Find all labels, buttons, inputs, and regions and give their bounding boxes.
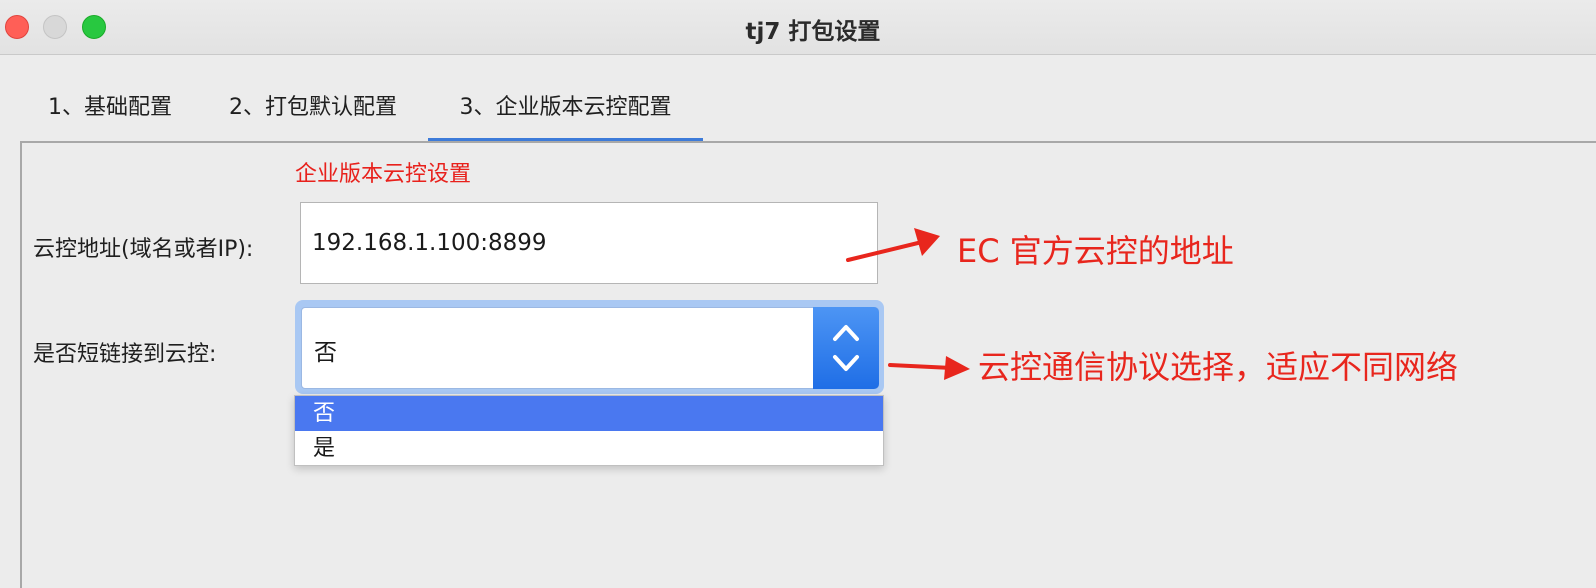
address-annotation-arrow-icon <box>846 228 940 262</box>
up-down-chevron-icon <box>833 325 859 371</box>
window-title: tj7 打包设置 <box>745 19 881 45</box>
shortlink-label: 是否短链接到云控: <box>33 342 217 367</box>
tab-basic-config[interactable]: 1、基础配置 <box>36 80 184 142</box>
address-annotation: EC 官方云控的地址 <box>957 232 1234 270</box>
address-input[interactable]: 192.168.1.100:8899 <box>300 202 878 284</box>
shortlink-select[interactable]: 否 <box>301 307 879 389</box>
protocol-annotation: 云控通信协议选择，适应不同网络 <box>978 348 1459 386</box>
option-no[interactable]: 否 <box>295 396 883 431</box>
protocol-annotation-arrow-icon <box>888 356 970 380</box>
section-title: 企业版本云控设置 <box>295 162 472 187</box>
tab-package-defaults[interactable]: 2、打包默认配置 <box>216 80 410 142</box>
address-label: 云控地址(域名或者IP): <box>33 237 254 262</box>
title-bar: tj7 打包设置 <box>0 0 1596 55</box>
select-current-value: 否 <box>314 340 337 366</box>
tab-enterprise-cloud-control[interactable]: 3、企业版本云控配置 <box>428 80 703 142</box>
select-stepper-button[interactable] <box>813 307 879 389</box>
option-yes[interactable]: 是 <box>295 431 883 466</box>
shortlink-dropdown-list: 否 是 <box>294 395 884 466</box>
